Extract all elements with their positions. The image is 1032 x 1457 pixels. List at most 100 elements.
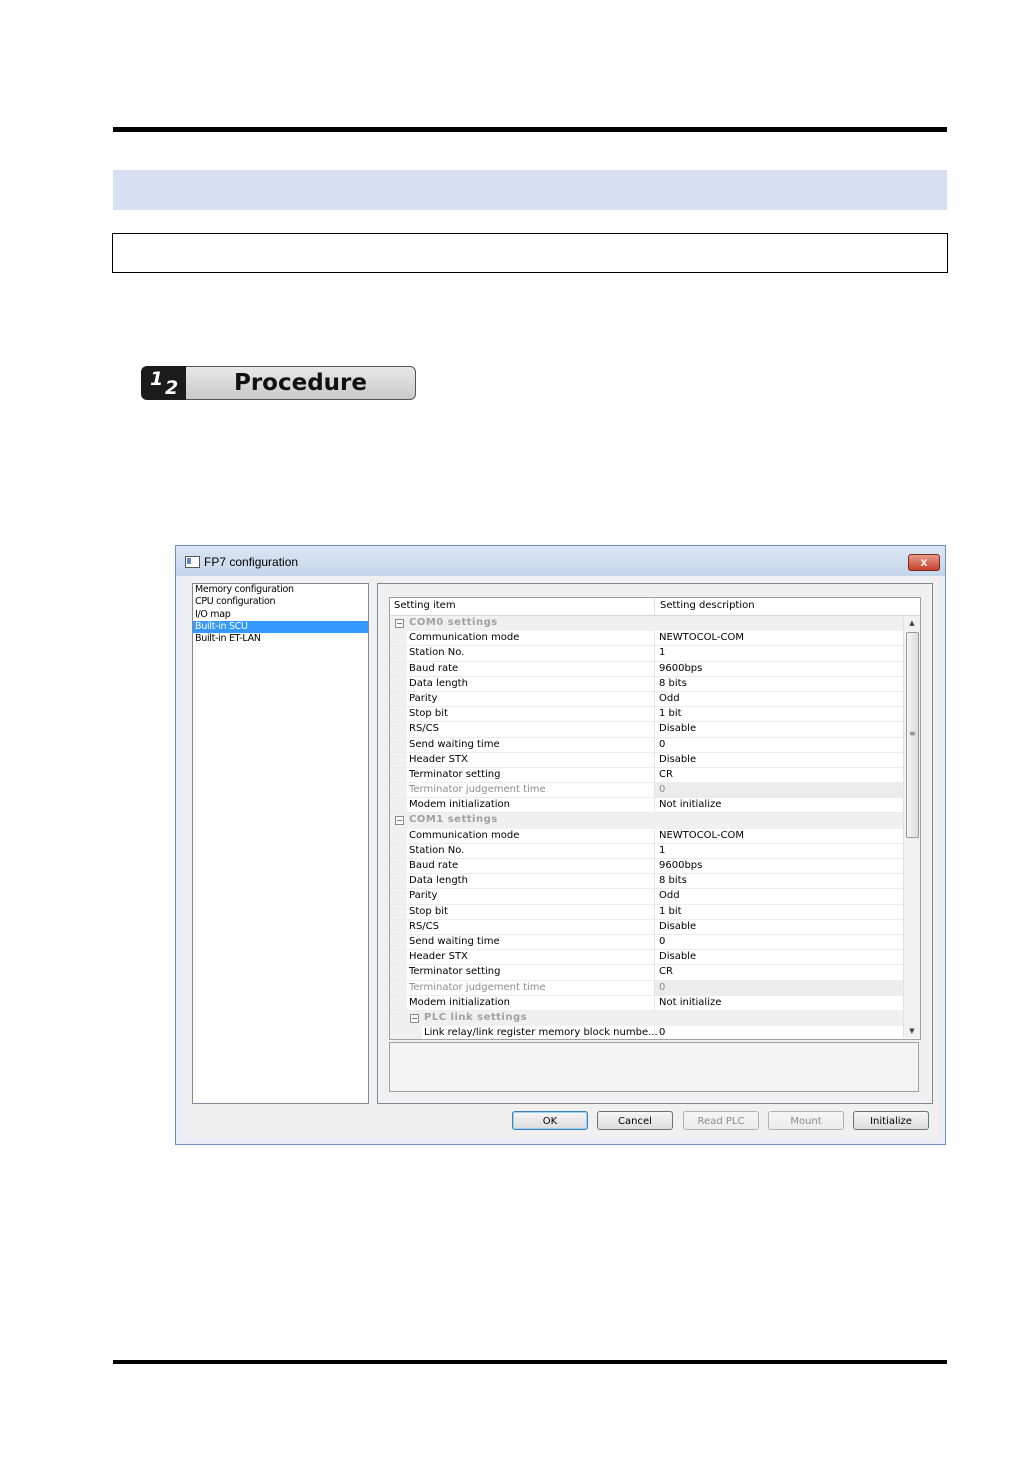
row-indent bbox=[390, 828, 407, 843]
collapse-icon[interactable]: − bbox=[395, 816, 404, 826]
row-indent bbox=[390, 676, 407, 691]
cell-divider bbox=[654, 676, 655, 691]
setting-value[interactable]: Not initialize bbox=[659, 997, 721, 1008]
setting-item-label: Send waiting time bbox=[409, 738, 500, 750]
row-indent bbox=[390, 980, 407, 995]
tree-item[interactable]: CPU configuration bbox=[193, 596, 368, 608]
setting-value[interactable]: NEWTOCOL-COM bbox=[659, 632, 744, 643]
setting-row[interactable]: Data length 8 bits bbox=[390, 676, 903, 692]
cell-divider bbox=[654, 737, 655, 752]
setting-value[interactable]: Odd bbox=[659, 693, 680, 704]
setting-value[interactable]: 8 bits bbox=[659, 678, 687, 689]
tree-item[interactable]: Built-in SCU bbox=[193, 620, 368, 634]
cell-divider bbox=[654, 752, 655, 767]
setting-value[interactable]: 1 bbox=[659, 647, 665, 658]
setting-row[interactable]: Terminator judgement time 0 bbox=[390, 783, 903, 799]
setting-row[interactable]: Send waiting time 0 bbox=[390, 737, 903, 753]
tree-item[interactable]: Built-in ET-LAN bbox=[193, 633, 368, 645]
cell-divider bbox=[654, 767, 655, 783]
setting-value[interactable]: Disable bbox=[659, 754, 696, 765]
setting-row[interactable]: Baud rate 9600bps bbox=[390, 661, 903, 677]
setting-row[interactable]: RS/CS Disable bbox=[390, 722, 903, 738]
setting-row[interactable]: Communication mode NEWTOCOL-COM bbox=[390, 631, 903, 647]
column-header-setting-item[interactable]: Setting item bbox=[394, 600, 456, 611]
setting-row[interactable]: Parity Odd bbox=[390, 691, 903, 708]
setting-value[interactable]: Disable bbox=[659, 951, 696, 962]
row-indent bbox=[390, 904, 407, 919]
setting-row[interactable]: Data length 8 bits bbox=[390, 874, 903, 890]
setting-value[interactable]: CR bbox=[659, 769, 673, 780]
setting-value[interactable]: Odd bbox=[659, 890, 680, 901]
setting-row[interactable]: Link relay/link register memory block nu… bbox=[390, 1026, 903, 1039]
setting-row[interactable]: Parity Odd bbox=[390, 889, 903, 905]
setting-item-label: Stop bit bbox=[409, 905, 448, 917]
row-indent bbox=[390, 783, 407, 798]
setting-value[interactable]: 9600bps bbox=[659, 663, 702, 674]
ok-button[interactable]: OK bbox=[512, 1111, 588, 1130]
setting-value[interactable]: 1 bit bbox=[659, 708, 682, 719]
settings-group-row[interactable]: − PLC link settings bbox=[390, 1010, 903, 1027]
cell-divider bbox=[654, 783, 655, 798]
setting-value[interactable]: Disable bbox=[659, 723, 696, 734]
setting-row[interactable]: RS/CS Disable bbox=[390, 919, 903, 935]
cell-divider bbox=[654, 722, 655, 737]
setting-value[interactable]: 0 bbox=[659, 982, 665, 993]
procedure-badge: 1 2 Procedure bbox=[141, 366, 417, 400]
setting-row[interactable]: Communication mode NEWTOCOL-COM bbox=[390, 828, 903, 844]
setting-row[interactable]: Terminator setting CR bbox=[390, 767, 903, 784]
setting-value[interactable]: CR bbox=[659, 966, 673, 977]
scroll-up-arrow-icon[interactable]: ▲ bbox=[904, 616, 920, 630]
scroll-down-arrow-icon[interactable]: ▼ bbox=[904, 1024, 920, 1038]
tree-item[interactable]: I/O map bbox=[193, 609, 368, 621]
read-plc-button[interactable]: Read PLC bbox=[683, 1111, 759, 1130]
setting-row[interactable]: Terminator judgement time 0 bbox=[390, 980, 903, 996]
close-button[interactable]: x bbox=[908, 554, 940, 571]
setting-value[interactable]: 0 bbox=[659, 1027, 665, 1038]
setting-row[interactable]: Send waiting time 0 bbox=[390, 934, 903, 951]
setting-value[interactable]: Disable bbox=[659, 921, 696, 932]
initialize-button[interactable]: Initialize bbox=[853, 1111, 929, 1130]
setting-value[interactable]: 0 bbox=[659, 784, 665, 795]
settings-group-row[interactable]: − COM1 settings bbox=[390, 813, 903, 829]
tree-item[interactable]: Memory configuration bbox=[193, 584, 368, 596]
setting-row[interactable]: Modem initialization Not initialize bbox=[390, 995, 903, 1011]
setting-row[interactable]: Terminator setting CR bbox=[390, 965, 903, 981]
dialog-titlebar[interactable]: FP7 configuration x bbox=[176, 546, 945, 576]
settings-group-row[interactable]: − COM0 settings bbox=[390, 616, 903, 632]
setting-row[interactable]: Header STX Disable bbox=[390, 752, 903, 768]
setting-value[interactable]: NEWTOCOL-COM bbox=[659, 830, 744, 841]
setting-value[interactable]: Not initialize bbox=[659, 799, 721, 810]
setting-row[interactable]: Stop bit 1 bit bbox=[390, 707, 903, 723]
settings-grid: Setting item Setting description − COM0 s… bbox=[389, 597, 921, 1040]
description-pane bbox=[389, 1042, 919, 1092]
setting-value[interactable]: 0 bbox=[659, 739, 665, 750]
vertical-scrollbar[interactable]: ▲ ≡ ▼ bbox=[903, 616, 920, 1038]
setting-item-label: Station No. bbox=[409, 647, 465, 659]
setting-value[interactable]: 9600bps bbox=[659, 860, 702, 871]
cell-divider bbox=[654, 691, 655, 707]
setting-row[interactable]: Header STX Disable bbox=[390, 950, 903, 966]
row-indent bbox=[390, 646, 407, 661]
setting-row[interactable]: Station No. 1 bbox=[390, 646, 903, 662]
setting-value[interactable]: 0 bbox=[659, 936, 665, 947]
grid-header: Setting item Setting description bbox=[390, 598, 920, 616]
column-header-setting-description[interactable]: Setting description bbox=[660, 600, 755, 611]
scroll-thumb[interactable]: ≡ bbox=[906, 632, 919, 838]
setting-row[interactable]: Baud rate 9600bps bbox=[390, 859, 903, 875]
setting-row[interactable]: Modem initialization Not initialize bbox=[390, 798, 903, 814]
column-divider[interactable] bbox=[654, 598, 655, 615]
setting-value[interactable]: 1 bit bbox=[659, 906, 682, 917]
setting-value[interactable]: 8 bits bbox=[659, 875, 687, 886]
collapse-icon[interactable]: − bbox=[410, 1013, 419, 1023]
window-icon bbox=[185, 556, 200, 568]
cancel-button[interactable]: Cancel bbox=[597, 1111, 673, 1130]
setting-row[interactable]: Stop bit 1 bit bbox=[390, 904, 903, 920]
procedure-num-2: 2 bbox=[165, 377, 179, 399]
setting-row[interactable]: Station No. 1 bbox=[390, 843, 903, 859]
grip-icon: ≡ bbox=[909, 729, 916, 738]
collapse-icon[interactable]: − bbox=[395, 619, 404, 628]
mount-button[interactable]: Mount bbox=[768, 1111, 844, 1130]
cell-divider bbox=[654, 631, 655, 646]
row-indent bbox=[390, 722, 407, 737]
setting-value[interactable]: 1 bbox=[659, 845, 665, 856]
